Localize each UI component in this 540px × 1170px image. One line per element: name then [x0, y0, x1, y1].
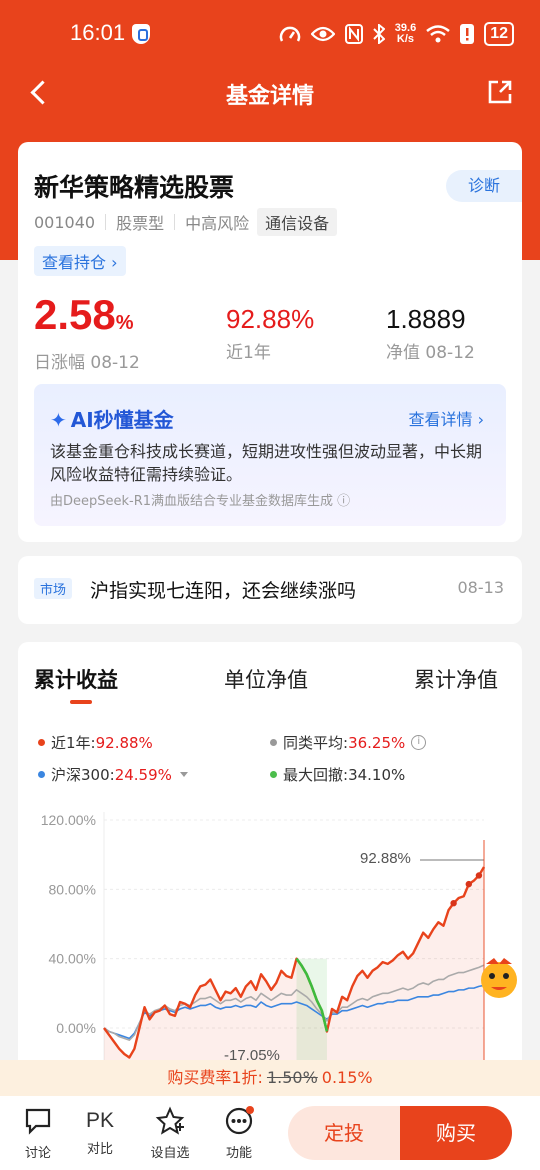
diagnose-button[interactable]: 诊断: [446, 170, 522, 202]
nav-bar: 基金详情: [0, 70, 540, 116]
fee-bar: 购买费率1折: 1.50% 0.15%: [0, 1060, 540, 1096]
end-value-label: 92.88%: [360, 850, 411, 867]
bluetooth-icon: [373, 24, 385, 44]
return-chart[interactable]: 120.00%80.00%40.00%0.00%92.88%-17.05%: [18, 642, 522, 1082]
nav-value: 1.8889: [386, 304, 466, 334]
news-title: 沪指实现七连阳，还会继续涨吗: [90, 580, 357, 602]
buy-button[interactable]: 购买: [400, 1106, 512, 1160]
daily-change-value: 2.58: [34, 291, 116, 338]
watchlist-button[interactable]: 设自选: [145, 1106, 195, 1161]
fund-type: 股票型: [116, 214, 165, 233]
trade-marker: [475, 872, 483, 879]
trade-marker: [465, 880, 472, 888]
nav-label: 净值 08-12: [386, 343, 475, 363]
view-holdings-button[interactable]: 查看持仓 ›: [34, 246, 126, 276]
auto-invest-button[interactable]: 定投: [288, 1106, 400, 1160]
fund-name: 新华策略精选股票: [34, 173, 235, 202]
info-icon: ⓘ: [337, 494, 351, 509]
page-title: 基金详情: [225, 84, 314, 109]
network-speed: 39.6 K/s: [394, 22, 417, 45]
performance-card: 累计收益 单位净值 累计净值 近1年: 92.88% 同类平均: 36.25% i 沪…: [18, 642, 522, 1082]
compare-button[interactable]: PK 对比: [75, 1106, 125, 1157]
more-icon: [225, 1106, 254, 1135]
shield-icon: [132, 24, 150, 44]
y-tick-label: 0.00%: [56, 1020, 96, 1036]
share-icon[interactable]: [486, 78, 514, 106]
year-return-label: 近1年: [226, 343, 271, 363]
fund-summary-card: 新华策略精选股票 诊断 001040 股票型 中高风险 通信设备 查看持仓 › …: [18, 142, 522, 542]
status-bar: 16:01 39.6 K/s 12: [0, 0, 540, 70]
y-tick-label: 80.00%: [49, 881, 96, 897]
status-time: 16:01: [70, 20, 126, 45]
news-date: 08-13: [457, 578, 505, 597]
trade-marker: [450, 900, 457, 907]
daily-change-stat: 2.58% 日涨幅 08-12: [34, 291, 140, 374]
fund-area: [104, 867, 484, 1082]
nfc-icon: [344, 24, 363, 44]
speed-icon: [279, 26, 301, 42]
discuss-button[interactable]: 讨论: [13, 1106, 63, 1161]
battery-indicator: 12: [484, 22, 514, 46]
mascot-icon[interactable]: [481, 958, 517, 998]
discount-fee: 0.15%: [321, 1068, 373, 1087]
ai-text: 该基金重仓科技成长赛道，短期进攻性强但波动显著，中长期风险收益特征需持续验证。: [50, 442, 483, 484]
ai-details-link[interactable]: 查看详情 ›: [409, 406, 485, 430]
nav-stat: 1.8889 净值 08-12: [386, 302, 475, 363]
y-tick-label: 40.00%: [49, 951, 96, 967]
bottom-action-bar: 讨论 PK 对比 设自选 功能 定投 购买: [0, 1096, 540, 1170]
news-tag: 市场: [34, 578, 73, 599]
ai-title: ✦ AI秒懂基金: [50, 408, 174, 432]
wifi-icon: [426, 25, 450, 43]
fund-meta: 001040 股票型 中高风险 通信设备: [34, 208, 338, 236]
status-icons: 39.6 K/s 12: [279, 22, 514, 46]
ai-source-note: 由DeepSeek-R1满血版结合专业基金数据库生成 ⓘ: [50, 494, 351, 509]
original-fee: 1.50%: [266, 1068, 318, 1087]
ai-summary-box[interactable]: ✦ AI秒懂基金 查看详情 › 该基金重仓科技成长赛道，短期进攻性强但波动显著，中…: [34, 384, 506, 526]
eye-icon: [310, 26, 335, 42]
news-card[interactable]: 市场 沪指实现七连阳，还会继续涨吗 08-13: [18, 556, 522, 624]
y-tick-label: 120.00%: [41, 812, 96, 828]
fund-industry-tag[interactable]: 通信设备: [257, 208, 338, 236]
year-return-value: 92.88%: [226, 304, 315, 334]
more-functions-button[interactable]: 功能: [214, 1106, 264, 1161]
daily-change-label: 日涨幅 08-12: [34, 353, 140, 373]
fund-code: 001040: [34, 212, 96, 232]
pk-icon: PK: [85, 1109, 114, 1132]
sparkle-icon: ✦: [50, 408, 67, 432]
year-return-stat: 92.88% 近1年: [226, 302, 314, 363]
fund-risk: 中高风险: [185, 214, 250, 233]
chat-icon: [25, 1108, 51, 1135]
alert-icon: [460, 24, 475, 44]
star-icon: [155, 1106, 185, 1135]
